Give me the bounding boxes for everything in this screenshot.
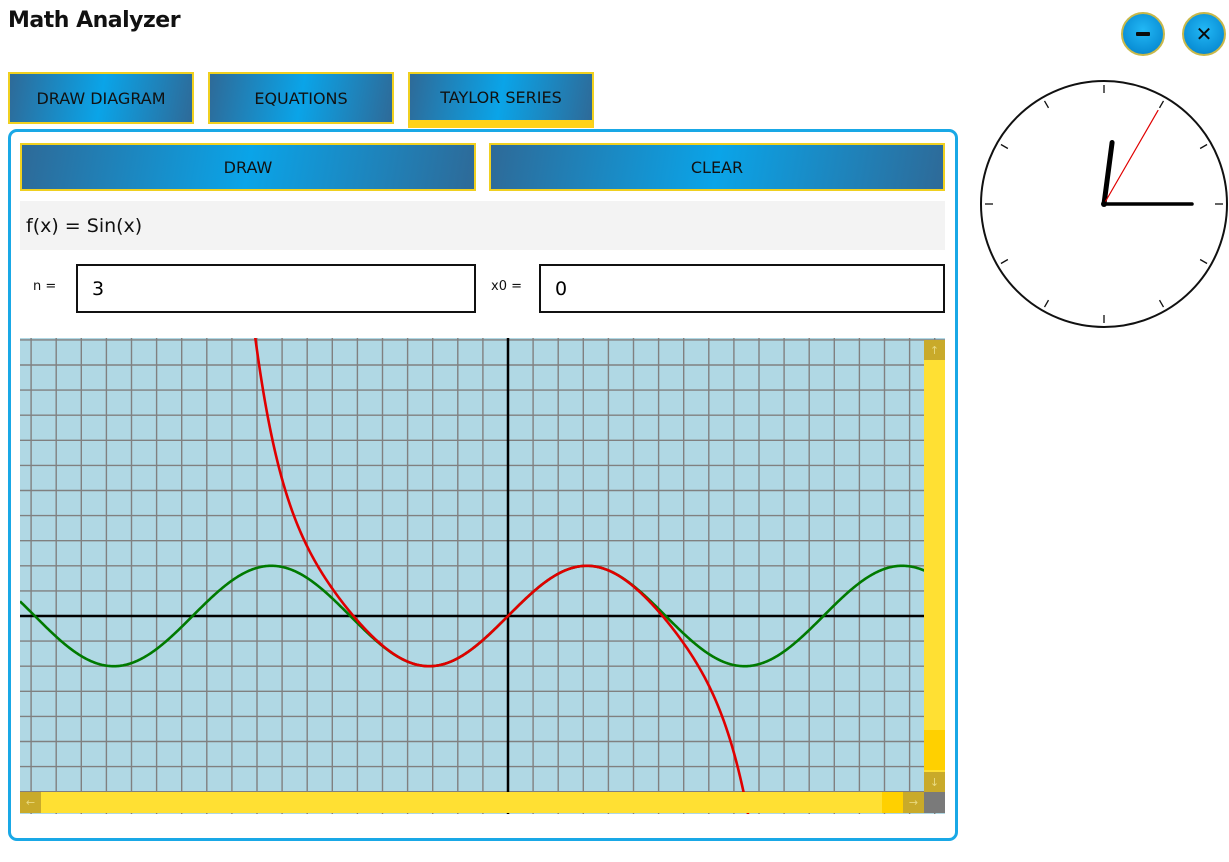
minimize-button[interactable]	[1121, 12, 1165, 56]
function-text: f(x) = Sin(x)	[26, 214, 143, 237]
analog-clock	[978, 78, 1229, 330]
n-label: n =	[33, 279, 57, 294]
scrollbar-corner	[924, 792, 945, 813]
tab-taylor-series[interactable]: TAYLOR SERIES	[408, 72, 594, 128]
app-title: Math Analyzer	[8, 8, 181, 33]
vertical-scroll-thumb[interactable]	[924, 730, 945, 770]
close-icon: ✕	[1195, 22, 1213, 46]
x0-input[interactable]	[539, 264, 945, 313]
plot-canvas	[20, 338, 945, 814]
function-display: f(x) = Sin(x)	[20, 201, 945, 250]
tab-equations[interactable]: EQUATIONS	[208, 72, 394, 124]
close-button[interactable]: ✕	[1182, 12, 1226, 56]
clock-hub	[1101, 201, 1107, 207]
scroll-down-icon[interactable]: ↓	[924, 772, 945, 792]
horizontal-scrollbar[interactable]: ← →	[20, 792, 924, 813]
minimize-icon	[1136, 32, 1150, 36]
tab-draw-diagram[interactable]: DRAW DIAGRAM	[8, 72, 194, 124]
n-input[interactable]	[76, 264, 476, 313]
x0-label: x0 =	[491, 279, 522, 294]
draw-button[interactable]: DRAW	[20, 143, 476, 191]
horizontal-scroll-thumb[interactable]	[882, 792, 903, 813]
grid-lines	[20, 338, 945, 814]
clock-face	[980, 80, 1228, 328]
vertical-scrollbar[interactable]: ↑ ↓	[924, 340, 945, 792]
scroll-up-icon[interactable]: ↑	[924, 340, 945, 360]
scroll-right-icon[interactable]: →	[903, 792, 924, 813]
series-taylor	[254, 338, 750, 814]
clear-button[interactable]: CLEAR	[489, 143, 945, 191]
scroll-left-icon[interactable]: ←	[20, 792, 41, 813]
plot-svg	[20, 338, 945, 814]
